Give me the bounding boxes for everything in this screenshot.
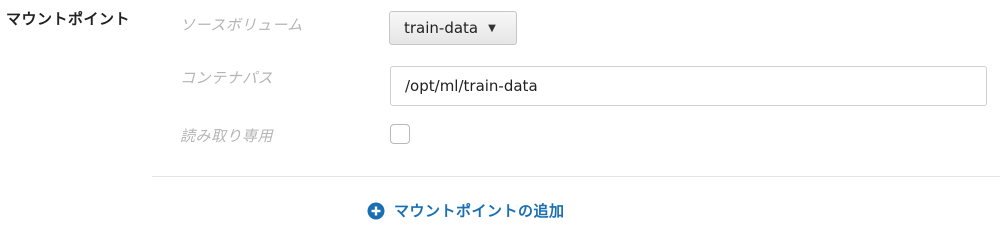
read-only-label: 読み取り専用 — [180, 127, 274, 145]
source-volume-value: train-data — [404, 19, 479, 37]
divider — [152, 176, 1000, 177]
caret-down-icon: ▼ — [488, 22, 496, 34]
container-path-label: コンテナパス — [180, 69, 274, 87]
add-mount-point-button[interactable]: マウントポイントの追加 — [367, 200, 565, 221]
plus-circle-icon — [367, 202, 385, 219]
container-path-input[interactable] — [390, 66, 987, 106]
source-volume-dropdown[interactable]: train-data ▼ — [389, 11, 517, 45]
source-volume-label: ソースボリューム — [180, 16, 303, 34]
add-mount-point-label: マウントポイントの追加 — [394, 202, 565, 220]
read-only-checkbox[interactable] — [390, 124, 410, 144]
section-title: マウントポイント — [6, 10, 131, 28]
